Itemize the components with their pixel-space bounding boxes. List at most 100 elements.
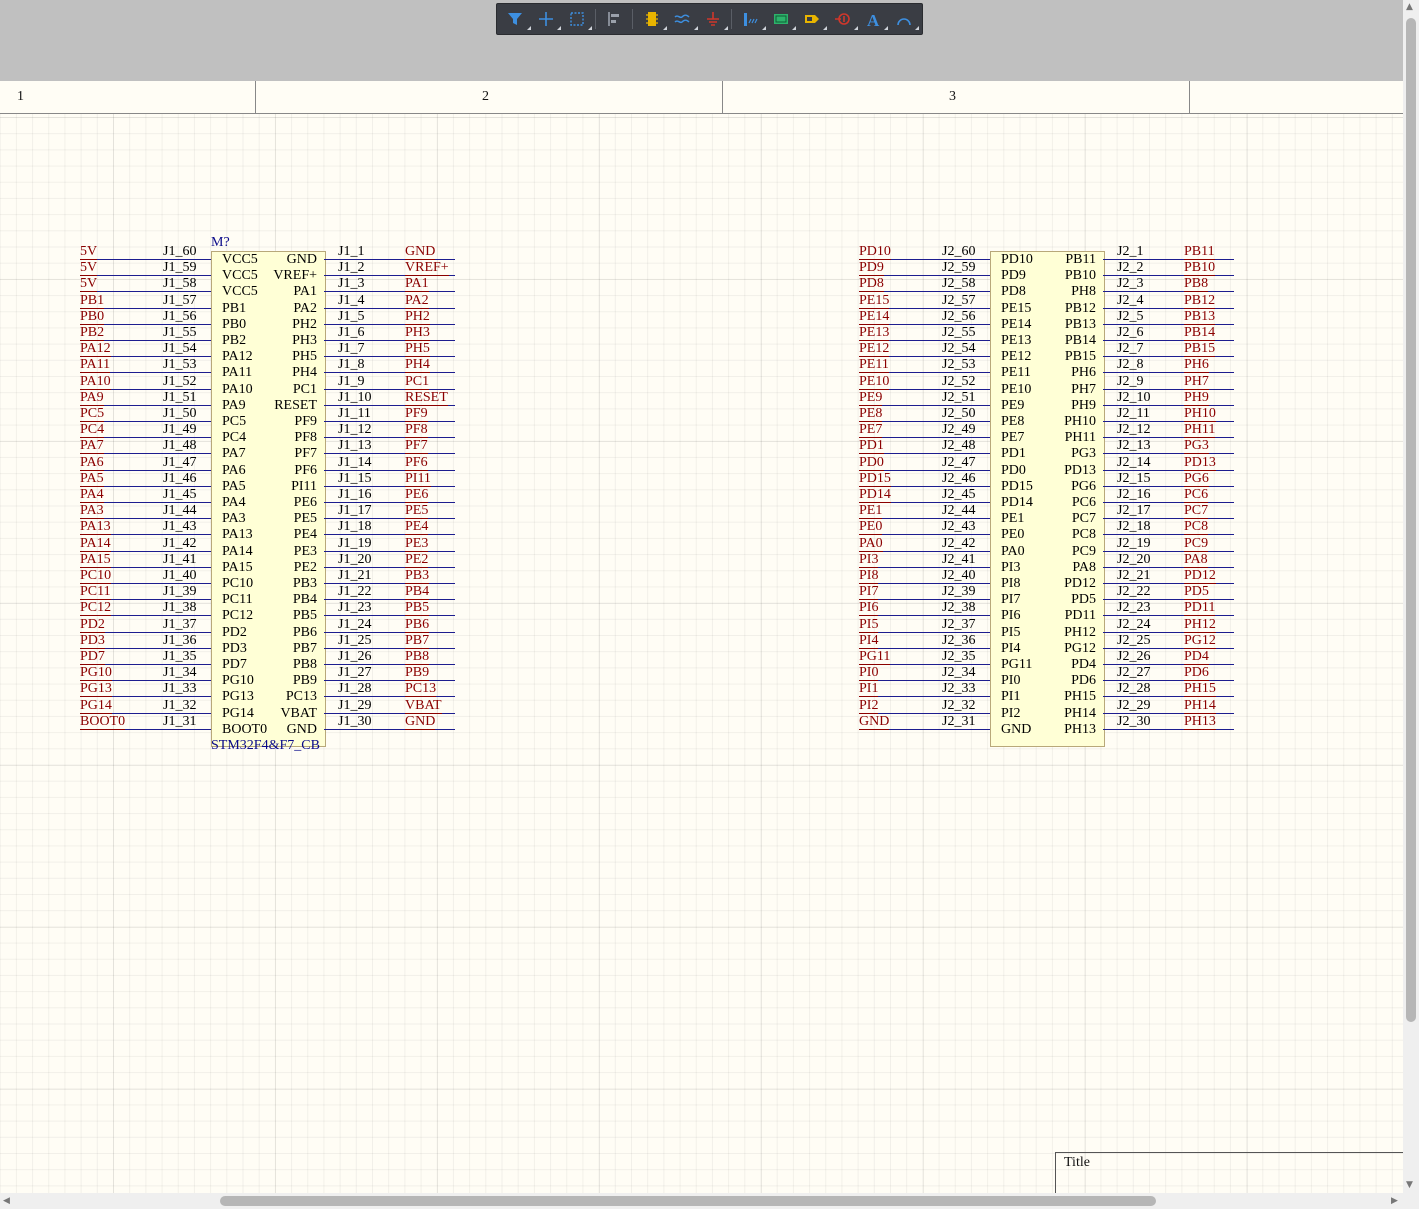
net-label[interactable]: PC11 [80, 584, 111, 600]
net-label[interactable]: PH11 [1184, 422, 1215, 438]
net-label[interactable]: PH12 [1184, 617, 1216, 633]
net-label[interactable]: PH5 [405, 341, 430, 357]
net-label[interactable]: PA0 [859, 536, 883, 552]
net-label[interactable]: PB0 [80, 309, 104, 325]
scroll-down-icon[interactable]: ▼ [1406, 1180, 1413, 1190]
net-label[interactable]: PI3 [859, 552, 878, 568]
net-label[interactable]: PE11 [859, 357, 889, 373]
net-label[interactable]: PB1 [80, 293, 104, 309]
power-port-button[interactable] [701, 6, 728, 32]
net-label[interactable]: PA13 [80, 519, 111, 535]
net-label[interactable]: PB6 [405, 617, 429, 633]
net-label[interactable]: PE5 [405, 503, 428, 519]
net-label[interactable]: PH3 [405, 325, 430, 341]
net-label[interactable]: PH6 [1184, 357, 1209, 373]
net-label[interactable]: PC10 [80, 568, 111, 584]
net-label[interactable]: PI6 [859, 600, 878, 616]
net-label[interactable]: PD5 [1184, 584, 1209, 600]
net-label[interactable]: PC1 [405, 374, 429, 390]
net-label[interactable]: PA10 [80, 374, 111, 390]
net-label[interactable]: PH7 [1184, 374, 1209, 390]
net-label[interactable]: PG3 [1184, 438, 1209, 454]
net-label[interactable]: PE15 [859, 293, 889, 309]
net-label[interactable]: PD3 [80, 633, 105, 649]
net-label[interactable]: PE9 [859, 390, 882, 406]
net-label[interactable]: PG10 [80, 665, 112, 681]
net-label[interactable]: PE10 [859, 374, 889, 390]
net-label[interactable]: PI5 [859, 617, 878, 633]
port-button[interactable] [799, 6, 827, 32]
net-label[interactable]: PE4 [405, 519, 428, 535]
net-label[interactable]: PI8 [859, 568, 878, 584]
align-button[interactable] [602, 6, 627, 32]
net-label[interactable]: PG14 [80, 698, 112, 714]
net-label[interactable]: PF8 [405, 422, 428, 438]
net-label[interactable]: PC13 [405, 681, 436, 697]
net-label[interactable]: PD8 [859, 276, 884, 292]
net-label[interactable]: PI0 [859, 665, 878, 681]
net-label[interactable]: PH2 [405, 309, 430, 325]
net-label[interactable]: PE1 [859, 503, 882, 519]
net-label[interactable]: 5V [80, 244, 97, 260]
net-label[interactable]: PF6 [405, 455, 428, 471]
net-label[interactable]: PG12 [1184, 633, 1216, 649]
net-label[interactable]: RESET [405, 390, 448, 406]
text-button[interactable]: A [861, 6, 888, 32]
net-label[interactable]: PB11 [1184, 244, 1215, 260]
scroll-up-icon[interactable]: ▲ [1406, 2, 1413, 12]
net-label[interactable]: PI7 [859, 584, 878, 600]
net-label[interactable]: PH10 [1184, 406, 1216, 422]
net-label[interactable]: PA14 [80, 536, 111, 552]
cross-probe-button[interactable] [534, 6, 561, 32]
net-label[interactable]: PA2 [405, 293, 429, 309]
net-label[interactable]: PE2 [405, 552, 428, 568]
net-label[interactable]: PA8 [1184, 552, 1208, 568]
net-label[interactable]: PI2 [859, 698, 878, 714]
filter-button[interactable] [503, 6, 531, 32]
net-label[interactable]: PD10 [859, 244, 891, 260]
arc-button[interactable] [891, 6, 919, 32]
net-label[interactable]: VREF+ [405, 260, 449, 276]
net-label[interactable]: PE6 [405, 487, 428, 503]
net-label[interactable]: PI11 [405, 471, 431, 487]
net-label[interactable]: PG13 [80, 681, 112, 697]
net-label[interactable]: PH13 [1184, 714, 1216, 730]
net-label[interactable]: PD12 [1184, 568, 1216, 584]
net-label[interactable]: PB12 [1184, 293, 1215, 309]
net-label[interactable]: 5V [80, 260, 97, 276]
net-label[interactable]: PD15 [859, 471, 891, 487]
net-label[interactable]: PB8 [1184, 276, 1208, 292]
component-comment[interactable]: STM32F4&F7_CB [211, 738, 320, 754]
net-label[interactable]: GND [405, 714, 435, 730]
net-label[interactable]: PB14 [1184, 325, 1215, 341]
no-erc-button[interactable] [830, 6, 858, 32]
bus-button[interactable] [738, 6, 766, 32]
wire-button[interactable] [670, 6, 698, 32]
net-label[interactable]: PB9 [405, 665, 429, 681]
net-label[interactable]: PE12 [859, 341, 889, 357]
vertical-scrollbar-thumb[interactable] [1406, 18, 1416, 1022]
net-label[interactable]: PC8 [1184, 519, 1208, 535]
net-label[interactable]: PA7 [80, 438, 104, 454]
component-designator[interactable]: M? [211, 235, 230, 251]
place-component-button[interactable] [639, 6, 667, 32]
net-label[interactable]: PH15 [1184, 681, 1216, 697]
net-label[interactable]: PH4 [405, 357, 430, 373]
net-label[interactable]: PA4 [80, 487, 104, 503]
net-label[interactable]: PC12 [80, 600, 111, 616]
net-label[interactable]: PC9 [1184, 536, 1208, 552]
net-label[interactable]: PD9 [859, 260, 884, 276]
horizontal-scrollbar-thumb[interactable] [220, 1196, 1156, 1206]
net-label[interactable]: PB8 [405, 649, 429, 665]
net-label[interactable]: PA11 [80, 357, 110, 373]
net-label[interactable]: PD13 [1184, 455, 1216, 471]
schematic-sheet[interactable]: 1 2 3 5V J1_60 VCC5 5V J1_59 VCC5 5V J1_58 VCC5 P… [0, 81, 1403, 1193]
sheet-symbol-button[interactable] [769, 6, 797, 32]
scroll-left-icon[interactable]: ◀ [3, 1196, 10, 1206]
net-label[interactable]: PE8 [859, 406, 882, 422]
net-label[interactable]: PA6 [80, 455, 104, 471]
net-label[interactable]: PD2 [80, 617, 105, 633]
net-label[interactable]: PB7 [405, 633, 429, 649]
net-label[interactable]: PA9 [80, 390, 104, 406]
net-label[interactable]: PC6 [1184, 487, 1208, 503]
